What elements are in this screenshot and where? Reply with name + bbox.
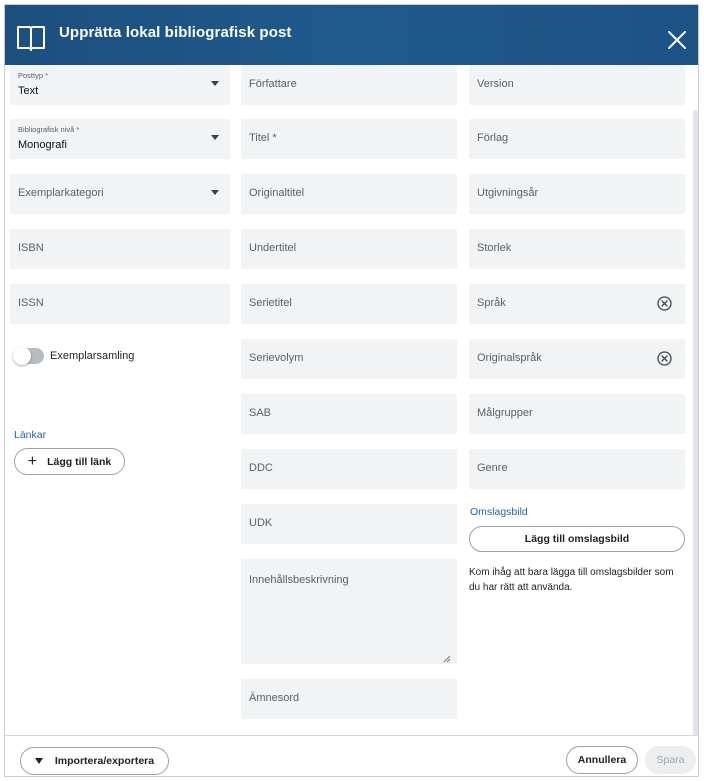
utgivningsar-label: Utgivningsår [477,187,539,199]
caret-down-icon [211,81,219,86]
niva-value: Monografi [18,139,67,151]
serietitel-field[interactable]: Serietitel [241,284,457,324]
sab-label: SAB [249,407,272,419]
udk-field[interactable]: UDK [241,504,457,544]
sprak-label: Språk [477,297,506,309]
forfattare-label: Författare [249,78,297,90]
exemplarsamling-toggle[interactable] [13,347,44,365]
exemplarkategori-select[interactable]: Exemplarkategori [10,174,230,214]
titel-label: Titel * [249,132,277,144]
serietitel-label: Serietitel [249,297,292,309]
save-button[interactable]: Spara [645,746,696,774]
serievolym-field[interactable]: Serievolym [241,339,457,379]
bibliografisk-niva-select[interactable]: Bibliografisk nivå * Monografi [10,119,230,159]
close-icon[interactable] [668,31,686,49]
ddc-field[interactable]: DDC [241,449,457,489]
undertitel-label: Undertitel [249,242,297,254]
genre-field[interactable]: Genre [469,449,685,489]
amnesord-field[interactable]: Ämnesord [241,679,457,719]
utgivningsar-field[interactable]: Utgivningsår [469,174,685,214]
forlag-field[interactable]: Förlag [469,119,685,159]
originaltitel-label: Originaltitel [249,187,305,199]
import-export-button[interactable]: Importera/exportera [20,747,169,775]
innehallsbeskrivning-textarea[interactable]: Innehållsbeskrivning [241,559,457,664]
issn-label: ISSN [18,297,44,309]
dialog-title: Upprätta lokal bibliografisk post [59,24,292,41]
originalsprak-field[interactable]: Originalspråk [469,339,685,379]
storlek-label: Storlek [477,242,512,254]
book-icon [16,24,46,57]
issn-field[interactable]: ISSN [10,284,230,324]
import-export-label: Importera/exportera [54,755,155,767]
niva-label: Bibliografisk nivå * [18,125,80,134]
genre-label: Genre [477,462,508,474]
version-field[interactable]: Version [469,65,685,105]
malgrupper-label: Målgrupper [477,407,533,419]
clear-circle-icon[interactable] [657,296,672,311]
forfattare-field[interactable]: Författare [241,65,457,105]
storlek-field[interactable]: Storlek [469,229,685,269]
forlag-label: Förlag [477,132,509,144]
clear-circle-icon[interactable] [657,351,672,366]
caret-down-icon [211,135,219,140]
plus-icon: + [27,452,38,470]
exemplarkategori-label: Exemplarkategori [18,187,104,199]
caret-down-icon [211,190,219,195]
sprak-field[interactable]: Språk [469,284,685,324]
caret-down-icon [34,758,43,764]
posttyp-select[interactable]: Posttyp * Text [10,65,230,105]
add-cover-button[interactable]: Lägg till omslagsbild [469,526,685,552]
cancel-label: Annullera [577,754,627,766]
exemplarsamling-label: Exemplarsamling [50,350,135,362]
scrollbar[interactable] [693,110,698,735]
add-link-label: Lägg till länk [47,455,112,468]
add-cover-label: Lägg till omslagsbild [524,533,630,545]
isbn-label: ISBN [18,242,44,254]
posttyp-label: Posttyp * [18,71,49,80]
dialog-header: Upprätta lokal bibliografisk post [5,5,698,65]
originaltitel-field[interactable]: Originaltitel [241,174,457,214]
dialog: Upprätta lokal bibliografisk post Postty… [4,4,699,777]
resize-handle-icon[interactable] [443,650,451,663]
undertitel-field[interactable]: Undertitel [241,229,457,269]
serievolym-label: Serievolym [249,352,304,364]
version-label: Version [477,78,514,90]
cover-heading: Omslagsbild [470,506,528,518]
malgrupper-field[interactable]: Målgrupper [469,394,685,434]
cancel-button[interactable]: Annullera [566,746,638,774]
cover-note: Kom ihåg att bara lägga till omslagsbild… [469,567,674,593]
links-heading: Länkar [14,429,47,441]
isbn-field[interactable]: ISBN [10,229,230,269]
posttyp-value: Text [18,85,39,97]
form-body: Posttyp * Text Bibliografisk nivå * Mono… [5,65,698,735]
toggle-knob [13,347,31,365]
originalsprak-label: Originalspråk [477,352,542,364]
save-label: Spara [656,754,685,766]
add-link-button[interactable]: + Lägg till länk [14,448,125,475]
udk-label: UDK [249,517,273,529]
ddc-label: DDC [249,462,273,474]
amnesord-label: Ämnesord [249,692,300,704]
sab-field[interactable]: SAB [241,394,457,434]
titel-field[interactable]: Titel * [241,119,457,159]
innehall-label: Innehållsbeskrivning [249,574,349,586]
dialog-footer: Importera/exportera Annullera Spara [5,735,698,776]
